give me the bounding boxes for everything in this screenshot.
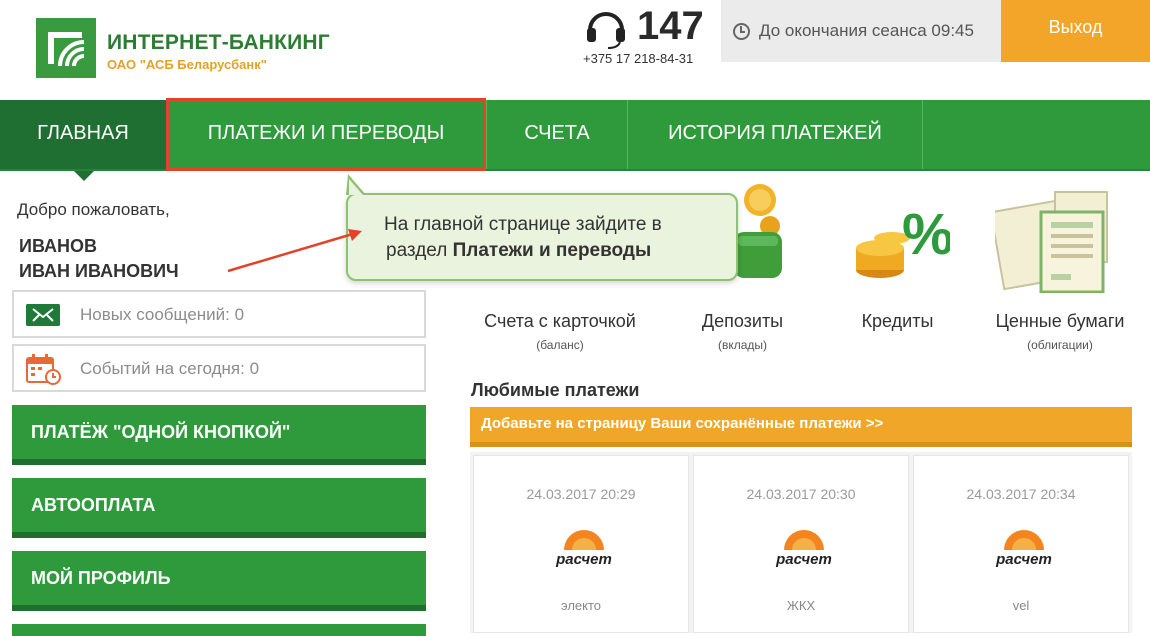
tab-main[interactable]: ГЛАВНАЯ	[0, 100, 166, 169]
product-label: Депозиты	[701, 311, 784, 331]
user-last-name: ИВАНОВ	[19, 236, 98, 256]
nav-divider	[922, 100, 923, 169]
session-timer: До окончания сеанса 09:45	[721, 0, 1001, 62]
autopay-button[interactable]: АВТООПЛАТА	[12, 478, 426, 538]
highlight-frame	[166, 98, 486, 171]
raschet-logo-text: расчет	[555, 551, 612, 568]
header: ИНТЕРНЕТ-БАНКИНГ ОАО "АСБ Беларусбанк" 1…	[0, 0, 1150, 100]
callout-line-2: раздел Платежи и переводы	[386, 240, 651, 262]
favorite-name: электо	[560, 598, 602, 613]
raschet-logo-text: расчет	[775, 551, 832, 568]
product-card-credits[interactable]: % Кредиты	[835, 180, 960, 360]
pointer-arrow-icon	[227, 229, 362, 273]
my-profile-button[interactable]: МОЙ ПРОФИЛЬ	[12, 551, 426, 611]
raschet-logo-icon: расчет	[992, 524, 1056, 568]
product-label: Счета с карточкой	[484, 311, 636, 331]
favorite-payment-card[interactable]: 24.03.2017 20:29 расчет электо	[473, 455, 689, 633]
events-count: Событий на сегодня: 0	[80, 359, 260, 378]
svg-text:%: %	[902, 202, 950, 267]
events-box[interactable]: Событий на сегодня: 0	[12, 344, 426, 392]
product-sublabel: (облигации)	[1027, 338, 1093, 352]
phone-number: +375 17 218-84-31	[583, 51, 694, 66]
logo-title: ИНТЕРНЕТ-БАНКИНГ	[107, 31, 330, 54]
headset-icon	[584, 6, 628, 50]
favorite-payment-card[interactable]: 24.03.2017 20:30 расчет ЖКХ	[693, 455, 909, 633]
calendar-icon	[26, 354, 62, 386]
one-click-payment-button[interactable]: ПЛАТЁЖ "ОДНОЙ КНОПКОЙ"	[12, 405, 426, 465]
favorites-title: Любимые платежи	[471, 380, 640, 400]
favorite-date: 24.03.2017 20:30	[746, 486, 856, 502]
welcome-text: Добро пожаловать,	[17, 200, 170, 219]
user-first-names: ИВАН ИВАНОВИЧ	[19, 261, 179, 281]
active-tab-caret	[74, 171, 94, 181]
messages-count: Новых сообщений: 0	[80, 305, 245, 324]
callout-tail-inner	[349, 179, 363, 195]
product-card-securities[interactable]: Ценные бумаги (облигации)	[980, 180, 1140, 360]
tab-accounts[interactable]: СЧЕТА	[487, 100, 627, 169]
messages-box[interactable]: Новых сообщений: 0	[12, 290, 426, 338]
product-label: Кредиты	[861, 311, 934, 331]
callout-text-bold: Платежи и переводы	[452, 240, 652, 261]
product-sublabel: (баланс)	[536, 338, 584, 352]
favorite-payment-card[interactable]: 24.03.2017 20:34 расчет vel	[913, 455, 1129, 633]
envelope-icon	[26, 304, 60, 326]
callout-line-1: На главной странице зайдите в	[384, 214, 662, 235]
logo-subtitle: ОАО "АСБ Беларусбанк"	[107, 57, 267, 72]
clock-icon	[733, 23, 750, 40]
user-name: ИВАНОВ ИВАН ИВАНОВИЧ	[19, 234, 179, 284]
tab-payment-history[interactable]: ИСТОРИЯ ПЛАТЕЖЕЙ	[628, 100, 922, 169]
session-text: До окончания сеанса 09:45	[759, 21, 974, 40]
logout-button[interactable]: Выход	[1001, 0, 1150, 62]
sidebar-more-button[interactable]	[12, 624, 426, 636]
favorite-date: 24.03.2017 20:34	[966, 486, 1076, 502]
bonds-icon	[989, 188, 1115, 294]
raschet-logo-text: расчет	[995, 551, 1052, 568]
raschet-logo-icon: расчет	[772, 524, 836, 568]
add-favorites-bar[interactable]: Добавьте на страницу Ваши сохранённые пл…	[470, 407, 1132, 447]
favorite-name: vel	[1012, 598, 1030, 613]
product-sublabel: (вклады)	[717, 338, 768, 352]
callout-text-prefix: раздел	[386, 240, 453, 261]
coins-percent-icon: %	[850, 198, 954, 288]
instruction-callout: На главной странице зайдите в раздел Пла…	[346, 193, 738, 281]
raschet-logo-icon: расчет	[552, 524, 616, 568]
product-label: Ценные бумаги	[995, 311, 1125, 331]
bank-logo-icon[interactable]	[36, 18, 96, 78]
hotline-number: 147	[637, 4, 704, 48]
favorite-date: 24.03.2017 20:29	[526, 486, 636, 502]
favorite-name: ЖКХ	[786, 598, 816, 613]
